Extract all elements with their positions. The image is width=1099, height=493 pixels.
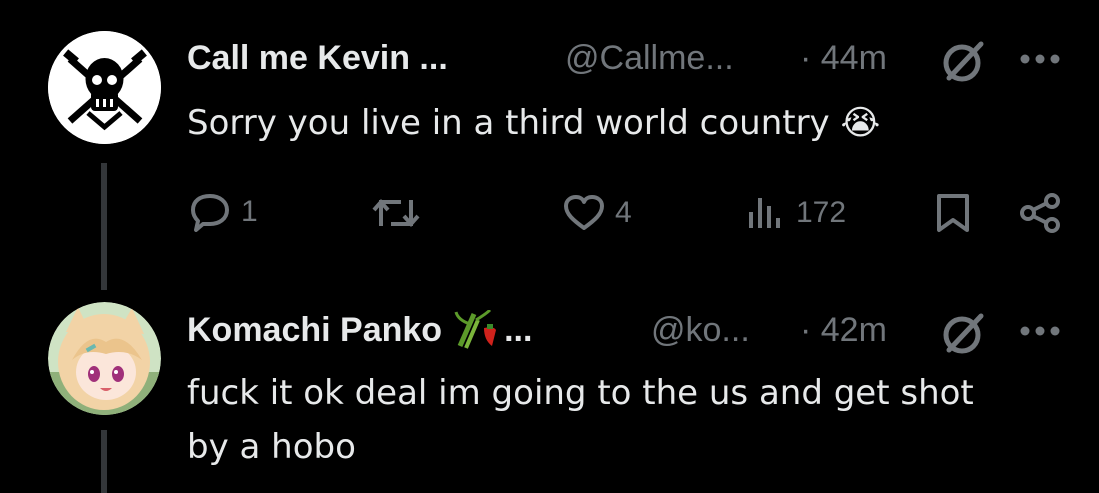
tweet-text-line-1: fuck it ok deal im going to the us and g… xyxy=(187,373,974,413)
handle[interactable]: @Callme... xyxy=(565,39,734,78)
avatar[interactable] xyxy=(48,31,161,144)
handle-container: @Callme... xyxy=(565,38,734,78)
reply-count: 1 xyxy=(241,195,258,228)
retweet-icon xyxy=(372,198,420,228)
display-name[interactable]: Call me Kevin ... xyxy=(187,39,448,78)
handle-container: @ko... xyxy=(651,310,750,350)
display-name-ellipsis: ... xyxy=(504,310,533,349)
reply-button[interactable]: 1 xyxy=(189,192,258,232)
retweet-button[interactable] xyxy=(371,194,431,232)
anime-girl-avatar-icon xyxy=(48,302,161,415)
timestamp[interactable]: · 44m xyxy=(800,39,887,78)
share-button[interactable] xyxy=(1018,192,1062,234)
tweet-header: Call me Kevin ... xyxy=(187,38,448,78)
thread-line xyxy=(101,163,107,290)
thread-line xyxy=(101,430,107,493)
tweet-text-line-2: by a hobo xyxy=(187,427,356,467)
tweet-1[interactable]: Call me Kevin ... @Callme... · 44m Sorry… xyxy=(0,0,1099,290)
more-icon[interactable] xyxy=(1018,324,1062,338)
display-name[interactable]: Komachi Panko xyxy=(187,311,442,350)
skull-logo-icon xyxy=(48,31,161,144)
crying-emoji: 😭 xyxy=(840,103,881,143)
verified-badge-icon xyxy=(943,313,984,354)
tweet-text: fuck it ok deal im going to the us and g… xyxy=(187,366,974,474)
views-icon xyxy=(749,198,780,228)
heart-icon xyxy=(564,195,604,230)
verified-badge-icon xyxy=(943,41,984,82)
tweet-text: Sorry you live in a third world country … xyxy=(187,96,880,150)
time-container: · 44m xyxy=(800,38,887,78)
views-count: 172 xyxy=(796,196,847,229)
like-button[interactable]: 4 xyxy=(563,194,632,232)
tweet-header: Komachi Panko ... xyxy=(187,308,533,350)
avatar[interactable] xyxy=(48,302,161,415)
like-count: 4 xyxy=(615,196,632,229)
handle[interactable]: @ko... xyxy=(651,311,750,350)
more-icon[interactable] xyxy=(1018,52,1062,66)
timestamp[interactable]: · 42m xyxy=(800,311,887,350)
bamboo-emoji-icon xyxy=(454,308,498,350)
time-container: · 42m xyxy=(800,310,887,350)
views-button[interactable]: 172 xyxy=(746,194,846,232)
reply-icon xyxy=(191,194,229,232)
bookmark-icon xyxy=(937,194,969,232)
share-icon xyxy=(1020,193,1060,233)
bookmark-button[interactable] xyxy=(933,192,973,234)
tweet-text-content: Sorry you live in a third world country xyxy=(187,103,830,143)
tweet-2[interactable]: Komachi Panko ... @ko... · 42m fuck it o… xyxy=(0,290,1099,493)
